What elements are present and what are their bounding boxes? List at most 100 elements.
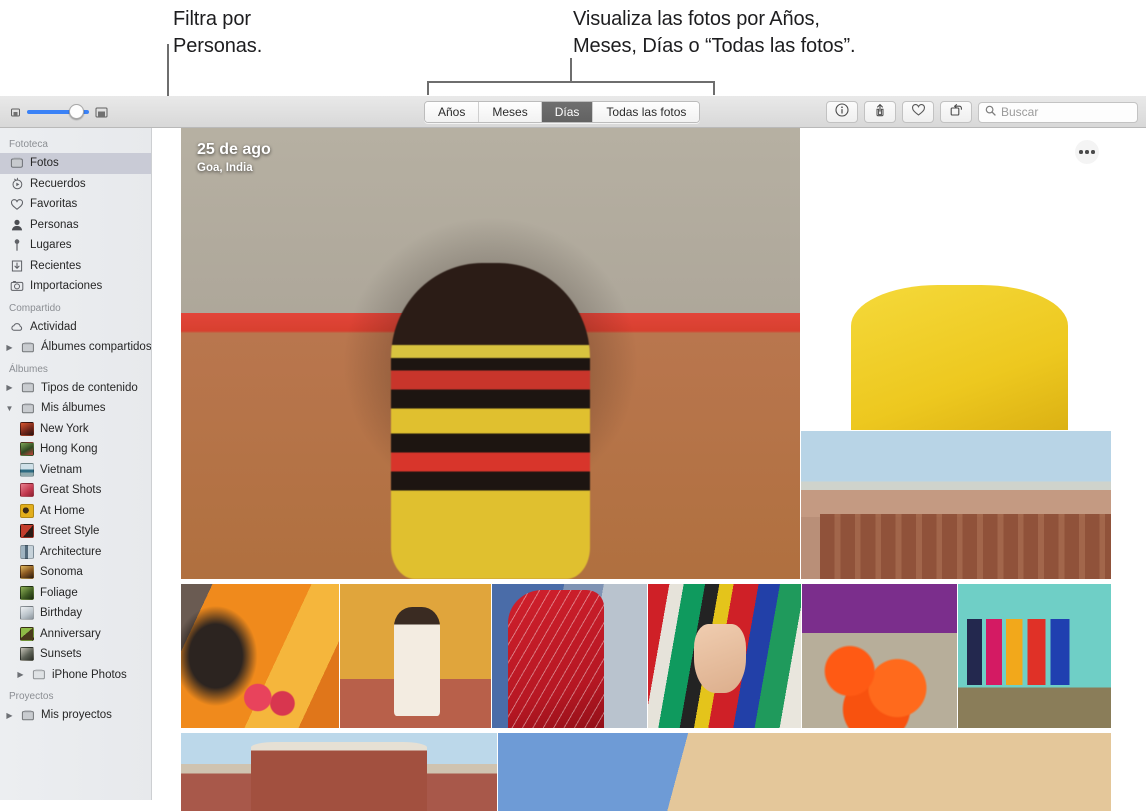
- more-options-button[interactable]: [1075, 140, 1099, 164]
- sidebar-item-new-york[interactable]: New York: [0, 419, 151, 440]
- album-thumbnail: [20, 606, 34, 621]
- sidebar-item-sonoma[interactable]: Sonoma: [0, 562, 151, 583]
- cloud-icon: [9, 319, 24, 334]
- sidebar-item-label: Sonoma: [40, 566, 83, 579]
- photo-man-in-yellow-kurta[interactable]: [801, 128, 1111, 430]
- segment-todas-las-fotos[interactable]: Todas las fotos: [593, 102, 700, 122]
- sidebar-item-importaciones[interactable]: Importaciones: [0, 276, 151, 297]
- share-button[interactable]: [864, 101, 896, 123]
- album-thumbnail: [20, 524, 34, 539]
- sidebar-item-street-style[interactable]: Street Style: [0, 521, 151, 542]
- sidebar-item-great-shots[interactable]: Great Shots: [0, 480, 151, 501]
- photo-thumbnail: [648, 584, 801, 728]
- photo-woman-dancing-with-sari[interactable]: [340, 584, 491, 728]
- folder-icon: [20, 340, 35, 355]
- sidebar-item-mis-albumes[interactable]: ▼ Mis álbumes: [0, 398, 151, 419]
- photo-hand-holding-striped-fabric[interactable]: [648, 584, 801, 728]
- ellipsis-dot: [1091, 150, 1095, 154]
- rotate-icon: [949, 103, 964, 122]
- sidebar-item-birthday[interactable]: Birthday: [0, 603, 151, 624]
- sidebar-item-label: Tipos de contenido: [41, 381, 138, 394]
- chevron-down-icon[interactable]: ▼: [5, 404, 14, 413]
- sidebar-item-label: Anniversary: [40, 627, 101, 640]
- sidebar-item-personas[interactable]: Personas: [0, 215, 151, 236]
- photo-grid: 25 de ago Goa, India: [181, 128, 1111, 811]
- callout-personas-text: Filtra por Personas.: [173, 8, 263, 57]
- album-thumbnail: [20, 544, 34, 559]
- favorite-button[interactable]: [902, 101, 934, 123]
- view-segmented-control[interactable]: Años Meses Días Todas las fotos: [424, 101, 701, 123]
- folder-icon: [31, 667, 46, 682]
- photo-woman-against-painted-wall[interactable]: 25 de ago Goa, India: [181, 128, 800, 579]
- callout-vistas-leader-right-tick: [713, 81, 715, 95]
- photo-monument-gate[interactable]: [181, 733, 497, 811]
- sidebar-item-favoritas[interactable]: Favoritas: [0, 194, 151, 215]
- sidebar-item-label: Hong Kong: [40, 443, 98, 456]
- photo-woman-in-orange-headscarf[interactable]: [181, 584, 339, 728]
- sidebar-item-label: Great Shots: [40, 484, 102, 497]
- chevron-right-icon[interactable]: ▶: [5, 343, 14, 352]
- sidebar-item-label: iPhone Photos: [52, 668, 127, 681]
- sidebar-section-header-albumes: Álbumes: [9, 363, 48, 375]
- photo-sand-dune-and-sky[interactable]: [498, 733, 1111, 811]
- segment-dias[interactable]: Días: [541, 102, 594, 122]
- callout-vistas-leader-left-tick: [427, 81, 429, 95]
- sidebar-item-mis-proyectos[interactable]: ▶ Mis proyectos: [0, 705, 151, 726]
- search-field[interactable]: Buscar: [978, 101, 1138, 123]
- album-thumbnail: [20, 585, 34, 600]
- sidebar-item-lugares[interactable]: Lugares: [0, 235, 151, 256]
- sidebar-item-recuerdos[interactable]: Recuerdos: [0, 174, 151, 195]
- sidebar-item-at-home[interactable]: At Home: [0, 501, 151, 522]
- zoom-slider-track[interactable]: [27, 104, 89, 119]
- sidebar[interactable]: Fototeca Fotos Recuerdos Favoritas Perso…: [0, 128, 152, 800]
- photo-thumbnail: [340, 584, 491, 728]
- sidebar-item-tipos-de-contenido[interactable]: ▶ Tipos de contenido: [0, 378, 151, 399]
- sidebar-item-recientes[interactable]: Recientes: [0, 256, 151, 277]
- sidebar-item-label: Favoritas: [30, 198, 78, 211]
- sidebar-item-albumes-compartidos[interactable]: ▶ Álbumes compartidos: [0, 337, 151, 358]
- sidebar-item-label: Lugares: [30, 239, 72, 252]
- album-thumbnail: [20, 462, 34, 477]
- photo-woman-in-red-sari-blue-wall[interactable]: [492, 584, 647, 728]
- search-input-placeholder[interactable]: Buscar: [1001, 105, 1038, 119]
- small-thumbnail-icon[interactable]: [10, 107, 21, 118]
- sidebar-item-hong-kong[interactable]: Hong Kong: [0, 439, 151, 460]
- chevron-right-icon[interactable]: ▶: [5, 383, 14, 392]
- photo-thumbnail: [181, 584, 339, 728]
- sidebar-item-label: At Home: [40, 504, 85, 517]
- sidebar-item-fotos[interactable]: Fotos: [0, 153, 151, 174]
- segment-anos[interactable]: Años: [425, 102, 480, 122]
- camera-icon: [9, 279, 24, 294]
- album-thumbnail: [20, 565, 34, 580]
- folder-icon: [20, 380, 35, 395]
- sidebar-item-label: Vietnam: [40, 463, 82, 476]
- sidebar-item-sunsets[interactable]: Sunsets: [0, 644, 151, 665]
- sidebar-item-foliage[interactable]: Foliage: [0, 583, 151, 604]
- thumbnail-zoom-slider-group[interactable]: [10, 96, 108, 128]
- zoom-slider-thumb[interactable]: [69, 104, 84, 119]
- sidebar-item-actividad[interactable]: Actividad: [0, 317, 151, 338]
- photo-thumbnail: [801, 431, 1111, 579]
- large-thumbnail-icon[interactable]: [95, 106, 108, 119]
- sidebar-item-iphone-photos[interactable]: ▶ iPhone Photos: [0, 665, 151, 686]
- sidebar-item-vietnam[interactable]: Vietnam: [0, 460, 151, 481]
- chevron-right-icon[interactable]: ▶: [5, 711, 14, 720]
- memories-icon: [9, 176, 24, 191]
- photo-laundry-on-teal-wall[interactable]: [958, 584, 1111, 728]
- photo-feet-in-orange-powder[interactable]: [802, 584, 957, 728]
- sidebar-item-label: Sunsets: [40, 648, 82, 661]
- sidebar-item-label: New York: [40, 422, 89, 435]
- sidebar-section-header-fototeca: Fototeca: [9, 139, 48, 150]
- photo-woman-walking-at-monument[interactable]: [801, 431, 1111, 579]
- sidebar-item-architecture[interactable]: Architecture: [0, 542, 151, 563]
- chevron-right-icon[interactable]: ▶: [16, 670, 25, 679]
- sidebar-item-label: Birthday: [40, 607, 83, 620]
- segment-meses[interactable]: Meses: [479, 102, 542, 122]
- rotate-button[interactable]: [940, 101, 972, 123]
- sidebar-item-label: Importaciones: [30, 280, 103, 293]
- photos-icon: [9, 156, 24, 171]
- info-button[interactable]: [826, 101, 858, 123]
- sidebar-item-label: Actividad: [30, 320, 77, 333]
- photo-thumbnail: [801, 128, 1111, 430]
- sidebar-item-anniversary[interactable]: Anniversary: [0, 624, 151, 645]
